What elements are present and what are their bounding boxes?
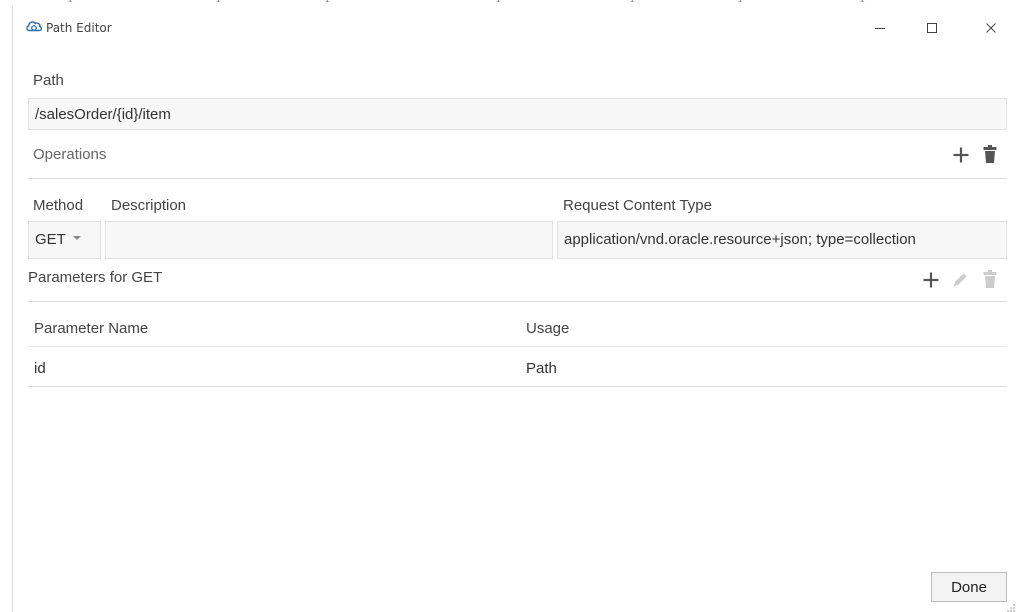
method-dropdown[interactable]: GET [28, 221, 101, 259]
maximize-button[interactable] [912, 14, 952, 42]
path-input[interactable] [28, 98, 1007, 130]
usage-column-header: Usage [526, 320, 570, 337]
add-icon[interactable] [951, 144, 971, 166]
cloud-gear-icon [25, 17, 43, 35]
add-icon[interactable] [921, 269, 941, 291]
close-button[interactable] [971, 14, 1011, 42]
minimize-button[interactable] [860, 14, 900, 42]
method-column-header: Method [33, 197, 84, 214]
window-title: Path Editor [46, 21, 112, 35]
maximize-icon [927, 23, 937, 33]
table-row-divider [28, 386, 1007, 387]
delete-icon [980, 268, 1000, 290]
close-icon [986, 23, 996, 33]
description-column-header: Description [111, 197, 187, 214]
resize-grip-icon[interactable] [1003, 602, 1017, 612]
edit-icon [950, 269, 970, 291]
table-header-divider [28, 346, 1007, 347]
operations-label: Operations [33, 146, 107, 163]
parameters-label: Parameters for GET [28, 269, 163, 286]
parameter-name-column-header: Parameter Name [34, 320, 149, 337]
done-button[interactable]: Done [931, 572, 1007, 602]
parameters-divider [28, 301, 1007, 302]
path-label: Path [33, 72, 64, 89]
minimize-icon [875, 28, 885, 29]
method-value: GET [35, 231, 66, 248]
parameter-name-cell: id [34, 360, 46, 377]
operations-divider [28, 178, 1007, 179]
chevron-down-icon [72, 236, 81, 241]
path-editor-dialog: Path Editor Path Operations Method Descr… [12, 6, 1018, 612]
title-bar[interactable]: Path Editor [13, 6, 1018, 46]
delete-icon[interactable] [980, 143, 1000, 165]
content-type-column-header: Request Content Type [563, 197, 712, 214]
description-field[interactable] [105, 221, 553, 259]
usage-cell: Path [526, 360, 557, 377]
content-type-field[interactable]: application/vnd.oracle.resource+json; ty… [557, 221, 1007, 259]
